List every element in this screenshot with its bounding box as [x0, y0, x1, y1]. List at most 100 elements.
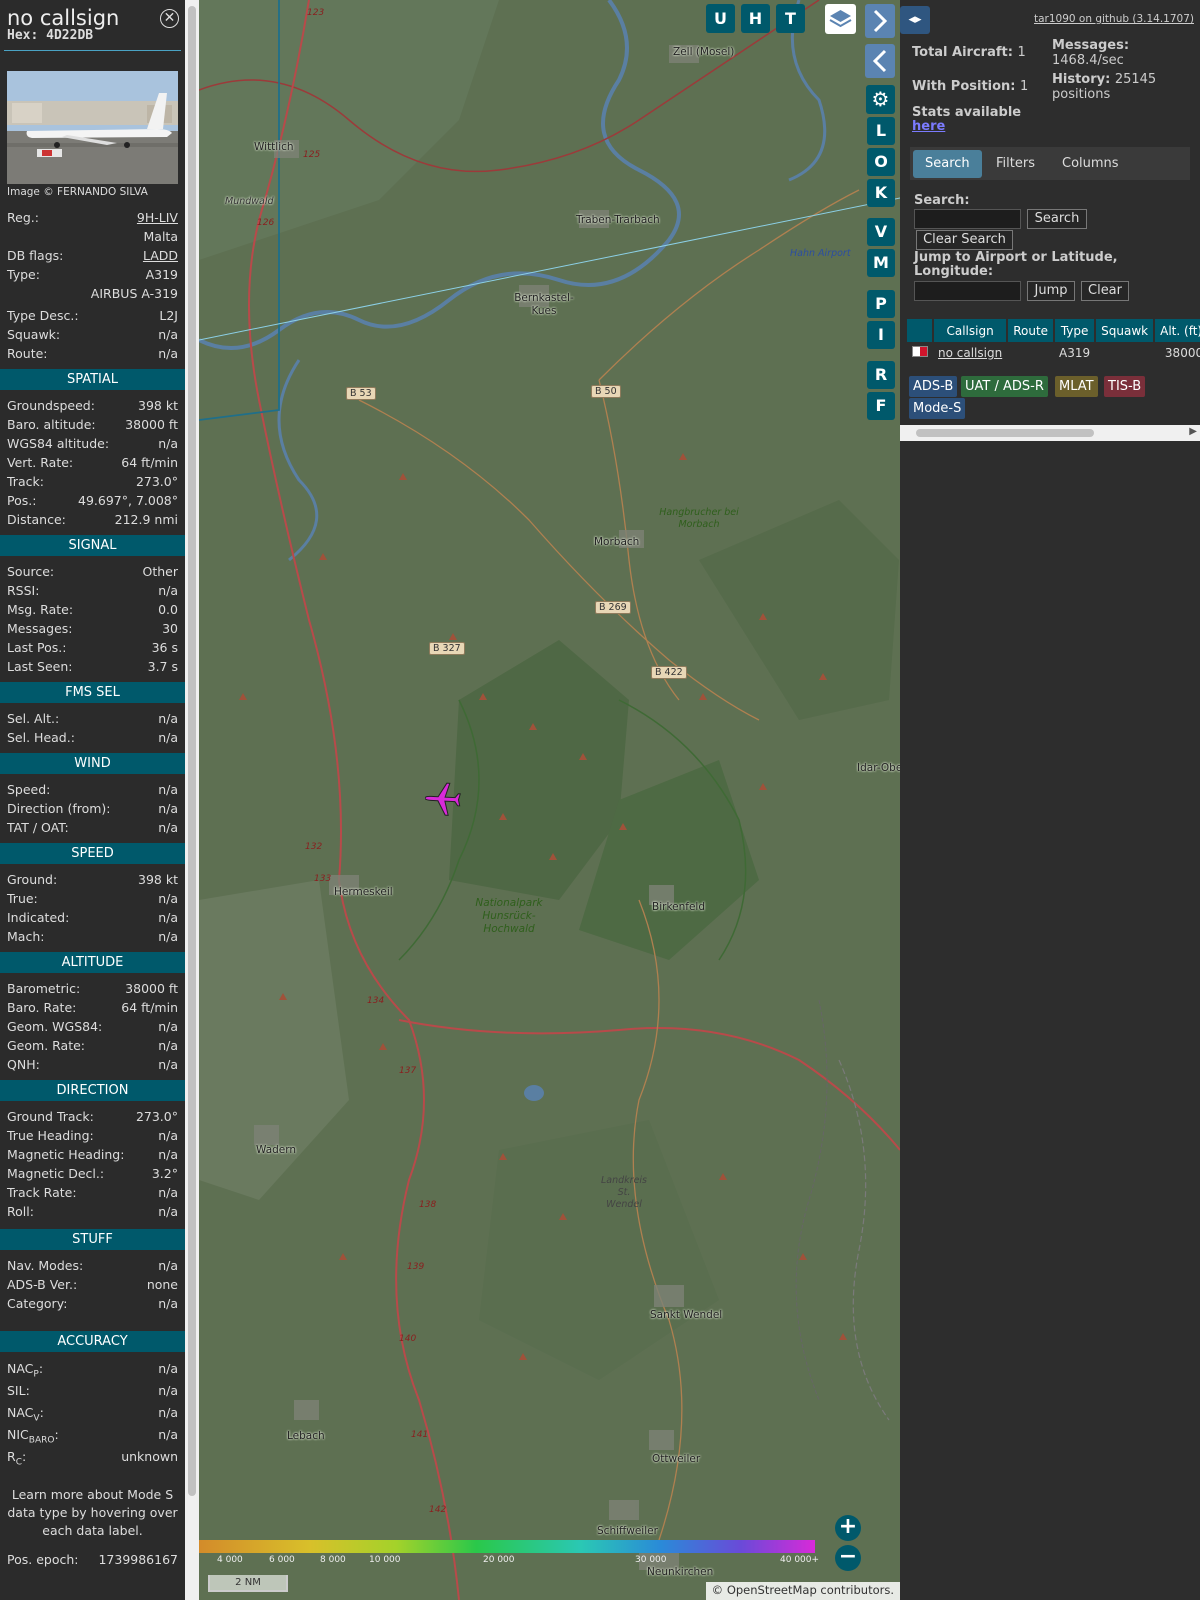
- github-link[interactable]: tar1090 on github (3.14.1707): [1034, 13, 1194, 25]
- map-button-t[interactable]: T: [776, 4, 805, 33]
- scroll-right-icon[interactable]: ▶: [1189, 426, 1197, 437]
- table-scroll-thumb[interactable]: [916, 429, 1094, 437]
- search-button[interactable]: Search: [1027, 209, 1087, 229]
- row-callsign[interactable]: no callsign: [933, 342, 1007, 364]
- info-row-label: TAT / OAT:: [7, 820, 69, 835]
- road-label: B 422: [651, 666, 687, 679]
- map-button-l[interactable]: L: [867, 117, 895, 145]
- epoch-row: Pos. epoch: 1739986167: [0, 1550, 185, 1569]
- map-attribution[interactable]: © OpenStreetMap contributors.: [705, 1582, 900, 1600]
- altitude-tick: 20 000: [483, 1555, 515, 1565]
- info-reg-row: Reg.: 9H-LIV: [0, 208, 185, 227]
- info-scroll-thumb[interactable]: [188, 6, 196, 1496]
- map-button-u[interactable]: U: [706, 4, 735, 33]
- nacp-row: NACP: n/a: [0, 1358, 185, 1380]
- info-row-label: Messages:: [7, 621, 73, 636]
- column-header-callsign[interactable]: Callsign: [933, 319, 1009, 342]
- info-row-label: Distance:: [7, 512, 66, 527]
- info-row: Last Pos.: 36 s: [0, 638, 185, 657]
- info-row-label: Magnetic Heading:: [7, 1147, 125, 1162]
- info-row-value: n/a: [158, 1038, 178, 1053]
- section-header-speed: SPEED: [0, 843, 185, 864]
- altitude-tick: 10 000: [369, 1555, 401, 1565]
- table-horizontal-scrollbar[interactable]: ▶: [900, 425, 1200, 441]
- column-header-squawk[interactable]: Squawk: [1095, 319, 1156, 342]
- info-row: Mach: n/a: [0, 927, 185, 946]
- search-input[interactable]: [914, 209, 1021, 229]
- map-view[interactable]: Zell (Mosel) Wittlich Traben-Trarbach Ha…: [199, 0, 900, 1600]
- map-button-f[interactable]: F: [867, 392, 895, 420]
- table-row[interactable]: no callsign A319 38000: [907, 342, 1200, 364]
- info-row-label: Roll:: [7, 1204, 34, 1219]
- close-icon[interactable]: ✕: [160, 9, 179, 28]
- info-row-value: n/a: [158, 711, 178, 726]
- row-type: A319: [1059, 346, 1091, 360]
- info-callsign: no callsign: [7, 6, 120, 30]
- info-row-value: n/a: [158, 820, 178, 835]
- info-row-value: n/a: [158, 1185, 178, 1200]
- map-button-v[interactable]: V: [867, 218, 895, 246]
- stats-here-link[interactable]: here: [912, 119, 945, 134]
- sil-label: SIL:: [7, 1383, 30, 1398]
- road-number: 141: [411, 1430, 429, 1440]
- nacv-label: NACV:: [7, 1405, 44, 1424]
- collapse-left-button[interactable]: [865, 44, 895, 78]
- layers-icon[interactable]: [825, 4, 856, 34]
- map-button-i[interactable]: I: [867, 321, 895, 349]
- info-panel-scrollbar[interactable]: [185, 0, 199, 1600]
- map-button-p[interactable]: P: [867, 290, 895, 318]
- info-row-label: Nav. Modes:: [7, 1258, 84, 1273]
- jump-input[interactable]: [914, 281, 1021, 301]
- info-sections: SPATIAL Groundspeed: 398 kt Baro. altitude:…: [0, 369, 185, 1313]
- place-label: Morbach: [594, 536, 640, 548]
- info-row-value: 212.9 nmi: [114, 512, 178, 527]
- tab-search[interactable]: Search: [913, 150, 982, 178]
- map-button-h[interactable]: H: [741, 4, 770, 33]
- typedesc-value: L2J: [159, 308, 178, 323]
- place-label: Neunkirchen: [647, 1566, 714, 1578]
- tab-columns[interactable]: Columns: [1050, 150, 1131, 178]
- info-row-label: Track Rate:: [7, 1185, 77, 1200]
- column-header-flag[interactable]: [907, 319, 934, 342]
- type-value: A319: [145, 267, 178, 282]
- info-row-value: n/a: [158, 1057, 178, 1072]
- info-row-value: n/a: [158, 782, 178, 797]
- tab-filters[interactable]: Filters: [984, 150, 1047, 178]
- info-row-label: Geom. Rate:: [7, 1038, 86, 1053]
- map-button-o[interactable]: O: [867, 148, 895, 176]
- section-header-fms: FMS SEL: [0, 682, 185, 703]
- zoom-in-icon[interactable]: +: [835, 1515, 861, 1541]
- clear-search-button[interactable]: Clear Search: [916, 230, 1013, 250]
- info-row-label: Speed:: [7, 782, 51, 797]
- messages-stat: Messages: 1468.4/sec: [1052, 38, 1130, 68]
- info-row: Sel. Alt.: n/a: [0, 709, 185, 728]
- info-row-value: n/a: [158, 929, 178, 944]
- map-button-r[interactable]: R: [867, 361, 895, 389]
- settings-gear-icon[interactable]: ⚙: [866, 85, 895, 114]
- info-typedesc-row: Type Desc.: L2J: [0, 306, 185, 325]
- info-row: Track Rate: n/a: [0, 1183, 185, 1202]
- info-row-value: n/a: [158, 1204, 178, 1219]
- place-label: Mundwald: [225, 196, 274, 207]
- road-number: 142: [429, 1505, 447, 1515]
- info-row: WGS84 altitude: n/a: [0, 434, 185, 453]
- map-button-m[interactable]: M: [867, 249, 895, 277]
- map-button-k[interactable]: K: [867, 179, 895, 207]
- aircraft-marker-icon[interactable]: [425, 780, 461, 818]
- sidebar-toggle-icon[interactable]: ◂▸: [900, 6, 930, 34]
- clear-button[interactable]: Clear: [1081, 281, 1129, 301]
- jump-button[interactable]: Jump: [1027, 281, 1075, 301]
- sil-row: SIL: n/a: [0, 1380, 185, 1402]
- reg-link[interactable]: 9H-LIV: [137, 208, 178, 227]
- dbflags-link[interactable]: LADD: [143, 246, 178, 265]
- aircraft-photo[interactable]: [7, 71, 178, 184]
- column-header-altitude[interactable]: Alt. (ft): [1154, 319, 1200, 342]
- altitude-tick: 30 000: [635, 1555, 667, 1565]
- altitude-color-bar: [199, 1540, 815, 1553]
- info-row-label: True:: [7, 891, 38, 906]
- zoom-out-icon[interactable]: −: [835, 1545, 861, 1571]
- column-header-route[interactable]: Route: [1007, 319, 1056, 342]
- expand-right-button[interactable]: [865, 4, 895, 38]
- rc-row: RC: unknown: [0, 1446, 185, 1468]
- column-header-type[interactable]: Type: [1054, 319, 1097, 342]
